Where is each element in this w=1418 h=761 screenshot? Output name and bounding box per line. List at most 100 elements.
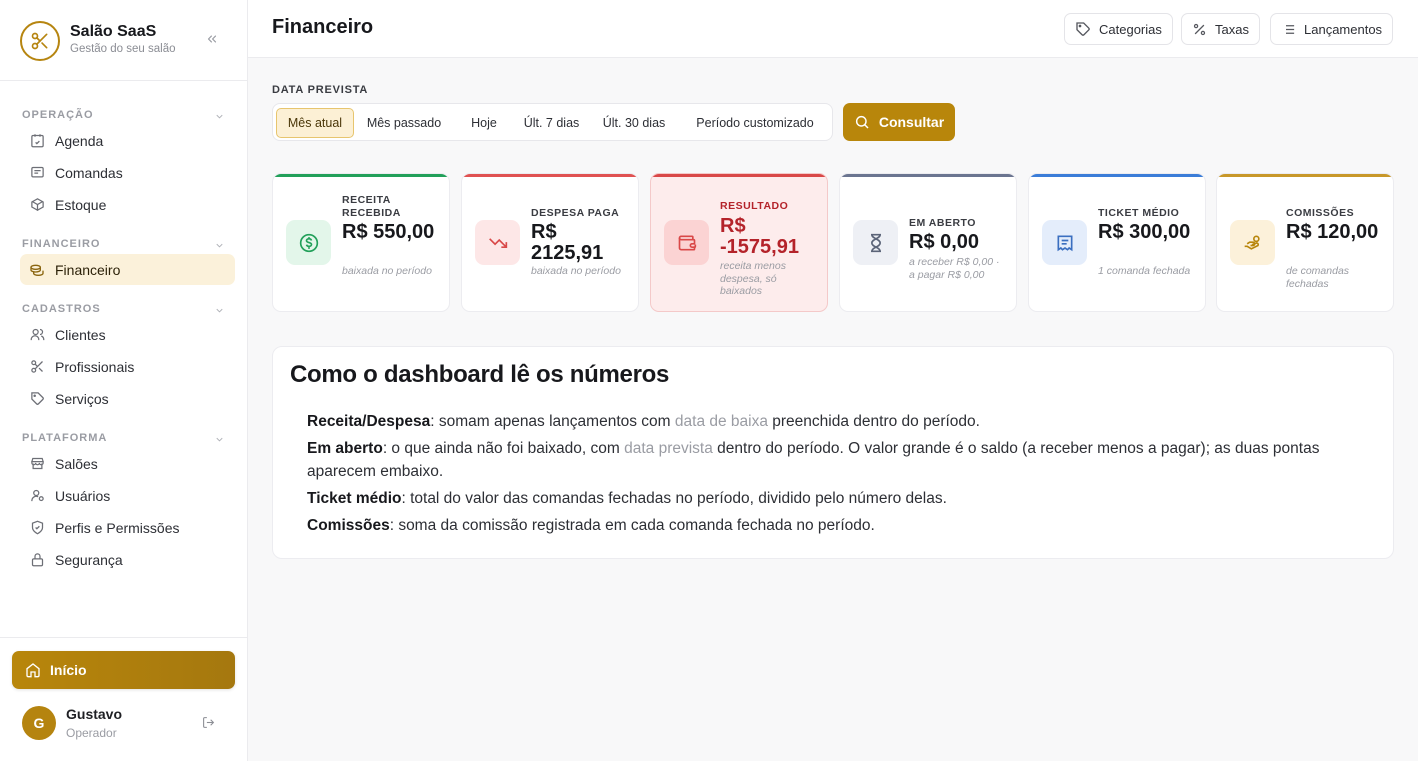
period-option-mes-atual[interactable]: Mês atual	[276, 108, 354, 138]
explainer-line: Comissões: soma da comissão registrada e…	[307, 514, 1367, 537]
card-value: R$ 120,00	[1286, 221, 1379, 243]
collapse-sidebar-icon[interactable]	[205, 32, 219, 49]
receipt-icon	[1042, 220, 1087, 265]
sidebar-item-estoque[interactable]: Estoque	[20, 189, 235, 220]
card-label: RECEITA RECEBIDA	[342, 194, 401, 219]
logout-icon[interactable]	[202, 716, 215, 734]
explainer-line: Receita/Despesa: somam apenas lançamento…	[307, 410, 1367, 433]
card-ticket-medio: TICKET MÉDIO R$ 300,00 1 comanda fechada	[1028, 173, 1206, 312]
card-label: RESULTADO	[720, 200, 789, 212]
explainer-term: Comissões	[307, 517, 390, 534]
explainer-title: Como o dashboard lê os números	[290, 361, 670, 388]
explainer-term: Receita/Despesa	[307, 413, 431, 430]
categorias-button-label: Categorias	[1099, 21, 1162, 37]
wallet-icon	[664, 220, 709, 265]
period-selector: Mês atual Mês passado Hoje Últ. 7 dias Ú…	[272, 103, 833, 141]
lock-icon	[29, 552, 45, 568]
explainer-term: Ticket médio	[307, 490, 402, 507]
sidebar-item-label: Profissionais	[55, 358, 135, 375]
group-title-financeiro[interactable]: FINANCEIRO	[22, 238, 100, 250]
consultar-button-label: Consultar	[878, 114, 945, 130]
explainer-line: Ticket médio: total do valor das comanda…	[307, 487, 1367, 510]
brand-header: Salão SaaS Gestão do seu salão	[0, 0, 247, 81]
card-note: de comandas fechadas	[1286, 265, 1350, 290]
sidebar-item-label: Clientes	[55, 326, 106, 343]
brand-name: Salão SaaS	[70, 23, 157, 40]
shield-icon	[29, 520, 45, 536]
explainer-text: : somam apenas lançamentos com	[430, 413, 675, 430]
user-name: Gustavo	[66, 706, 123, 722]
card-accent-bar	[1029, 174, 1205, 177]
store-icon	[29, 456, 45, 472]
sidebar-item-label: Comandas	[55, 164, 123, 181]
explainer-field-ref: data de baixa	[674, 413, 768, 430]
explainer-text: : soma da comissão registrada em cada co…	[389, 517, 875, 534]
sidebar-item-comandas[interactable]: Comandas	[20, 157, 235, 188]
sidebar-item-profissionais[interactable]: Profissionais	[20, 351, 235, 382]
card-label: EM ABERTO	[909, 217, 976, 229]
sidebar-item-label: Usuários	[55, 487, 111, 504]
home-icon	[25, 662, 41, 678]
user-role: Operador	[66, 726, 117, 740]
lancamentos-button-label: Lançamentos	[1304, 21, 1383, 37]
sidebar-item-usuarios[interactable]: Usuários	[20, 480, 235, 511]
explainer-panel: Como o dashboard lê os números Receita/D…	[272, 346, 1394, 559]
tag-icon	[29, 391, 45, 407]
period-option-30-dias[interactable]: Últ. 30 dias	[595, 108, 673, 138]
trending-down-icon	[475, 220, 520, 265]
card-accent-bar	[840, 174, 1016, 177]
sidebar-item-label: Perfis e Permissões	[55, 519, 180, 536]
explainer-body: Receita/Despesa: somam apenas lançamento…	[307, 410, 1367, 541]
hourglass-icon	[853, 220, 898, 265]
card-accent-bar	[1217, 174, 1393, 177]
card-despesa-paga: DESPESA PAGA R$ 2125,91 baixada no perío…	[461, 173, 639, 312]
sidebar-item-perfis[interactable]: Perfis e Permissões	[20, 512, 235, 543]
card-note: 1 comanda fechada	[1098, 265, 1191, 277]
brand-subtitle: Gestão do seu salão	[70, 43, 176, 55]
box-icon	[29, 197, 45, 213]
coins-icon	[29, 262, 45, 278]
sidebar-item-label: Agenda	[55, 132, 104, 149]
card-value: R$ -1575,91	[720, 215, 799, 258]
taxas-button-label: Taxas	[1215, 21, 1249, 37]
card-label: DESPESA PAGA	[531, 207, 620, 219]
period-option-customizado[interactable]: Período customizado	[685, 108, 825, 138]
explainer-term: Em aberto	[307, 440, 383, 457]
explainer-text: : o que ainda não foi baixado, com	[382, 440, 625, 457]
avatar[interactable]: G	[22, 706, 56, 740]
sidebar-item-seguranca[interactable]: Segurança	[20, 544, 235, 575]
sidebar-item-agenda[interactable]: Agenda	[20, 125, 235, 156]
sidebar-item-financeiro[interactable]: Financeiro	[20, 254, 235, 285]
card-accent-bar	[273, 174, 449, 177]
sidebar-item-clientes[interactable]: Clientes	[20, 319, 235, 350]
scissors-icon	[29, 359, 45, 375]
home-button[interactable]: Início	[12, 651, 235, 689]
consultar-button[interactable]: Consultar	[843, 103, 955, 141]
explainer-text: : total do valor das comandas fechadas n…	[401, 490, 947, 507]
period-option-hoje[interactable]: Hoje	[457, 108, 511, 138]
card-value: R$ 2125,91	[531, 221, 604, 264]
group-title-operacao[interactable]: OPERAÇÃO	[22, 109, 94, 121]
card-value: R$ 0,00	[909, 231, 980, 253]
period-option-mes-passado[interactable]: Mês passado	[359, 108, 449, 138]
card-accent-bar	[462, 174, 638, 177]
sidebar-item-label: Estoque	[55, 196, 107, 213]
group-title-cadastros[interactable]: CADASTROS	[22, 303, 101, 315]
card-receita-recebida: RECEITA RECEBIDA R$ 550,00 baixada no pe…	[272, 173, 450, 312]
sidebar-item-saloes[interactable]: Salões	[20, 448, 235, 479]
period-option-7-dias[interactable]: Últ. 7 dias	[516, 108, 587, 138]
sidebar-item-label: Segurança	[55, 551, 123, 568]
card-note: baixada no período	[531, 265, 621, 277]
sidebar: Salão SaaS Gestão do seu salão OPERAÇÃO …	[0, 0, 248, 761]
list-icon	[1281, 22, 1296, 37]
categorias-button[interactable]: Categorias	[1064, 13, 1173, 45]
card-label: TICKET MÉDIO	[1098, 207, 1180, 219]
card-value: R$ 300,00	[1098, 221, 1191, 243]
card-comissoes: COMISSÕES R$ 120,00 de comandas fechadas	[1216, 173, 1394, 312]
lancamentos-button[interactable]: Lançamentos	[1270, 13, 1394, 45]
group-title-plataforma[interactable]: PLATAFORMA	[22, 432, 107, 444]
sidebar-item-servicos[interactable]: Serviços	[20, 383, 235, 414]
taxas-button[interactable]: Taxas	[1181, 13, 1260, 45]
hand-coins-icon	[1230, 220, 1275, 265]
card-accent-bar	[651, 174, 827, 177]
